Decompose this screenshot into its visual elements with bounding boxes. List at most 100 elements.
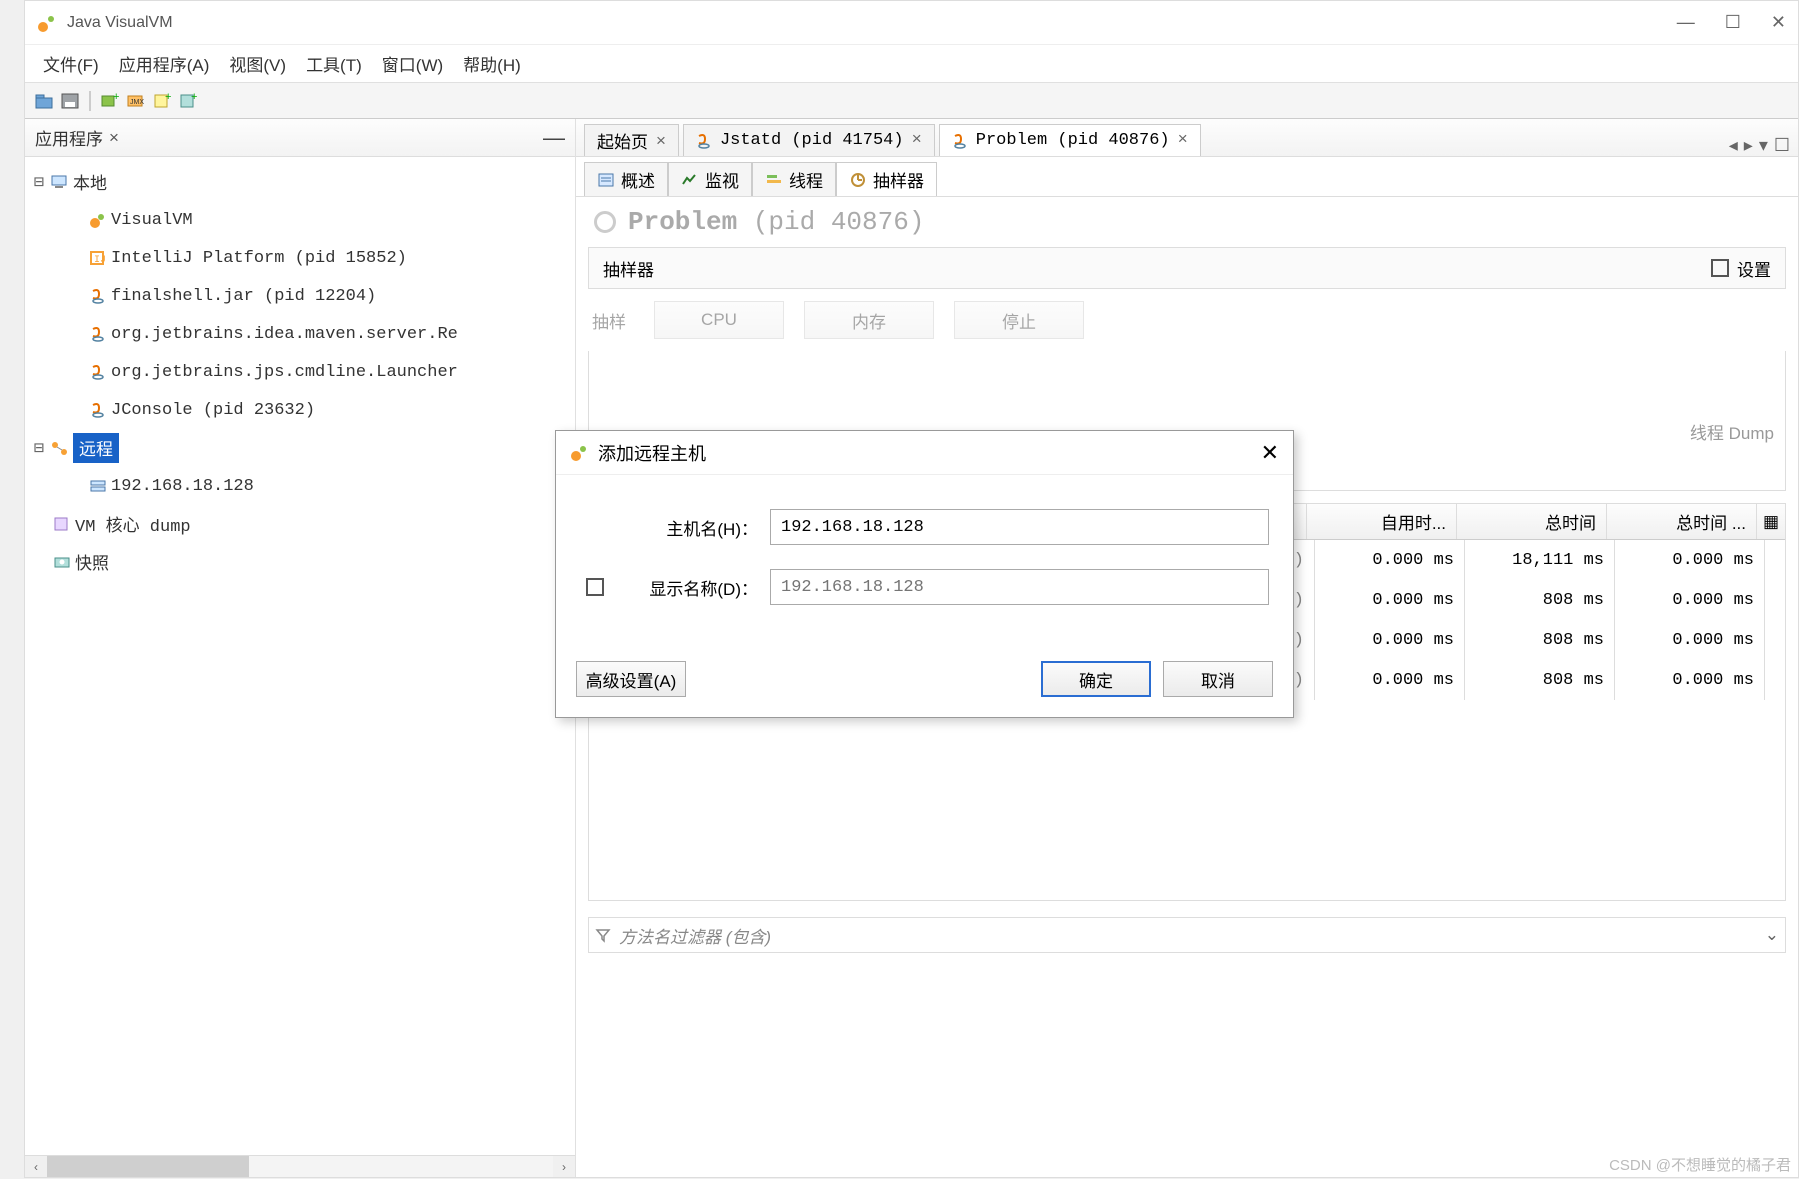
tab-label: Problem (pid 40876) bbox=[976, 131, 1170, 150]
display-input bbox=[770, 569, 1269, 605]
maximize-panel-icon[interactable]: ☐ bbox=[1774, 135, 1790, 156]
tab-close-icon[interactable]: × bbox=[656, 131, 666, 151]
maximize-button[interactable]: ☐ bbox=[1725, 12, 1741, 33]
ok-button[interactable]: 确定 bbox=[1041, 661, 1151, 697]
host-row: 主机名(H)： bbox=[580, 509, 1269, 545]
tab-close-icon[interactable]: × bbox=[1178, 131, 1188, 150]
cell-pad bbox=[1765, 660, 1785, 700]
page-title-bold: Problem bbox=[628, 207, 737, 237]
menu-app[interactable]: 应用程序(A) bbox=[109, 45, 220, 82]
tab-menu-icon[interactable]: ▾ bbox=[1759, 135, 1768, 156]
toolbar: + JMX + + bbox=[25, 83, 1798, 119]
tree-node-remote[interactable]: ⊟ 远程 bbox=[25, 429, 575, 467]
scroll-left-icon[interactable]: ‹ bbox=[25, 1156, 47, 1177]
tree-node-visualvm[interactable]: VisualVM bbox=[25, 201, 575, 239]
collapse-icon[interactable]: ⊟ bbox=[31, 172, 47, 193]
java-icon bbox=[952, 133, 968, 149]
sidebar: 应用程序 × — ⊟ 本地 VisualVM IJ IntelliJ Platf… bbox=[25, 119, 576, 1177]
th-totaltime[interactable]: 总时间 bbox=[1457, 504, 1607, 539]
subtab-monitor[interactable]: 监视 bbox=[668, 162, 752, 196]
tree-label: 192.168.18.128 bbox=[111, 477, 254, 496]
thread-dump-link[interactable]: 线程 Dump bbox=[1690, 419, 1774, 444]
menu-view[interactable]: 视图(V) bbox=[219, 45, 296, 82]
add-jmx-icon[interactable]: JMX bbox=[125, 90, 147, 112]
tree-node-finalshell[interactable]: finalshell.jar (pid 12204) bbox=[25, 277, 575, 315]
cell-total: 808 ms bbox=[1465, 660, 1615, 700]
subtab-threads[interactable]: 线程 bbox=[752, 162, 836, 196]
th-totaltime2[interactable]: 总时间 ... bbox=[1607, 504, 1757, 539]
titlebar: Java VisualVM — ☐ ✕ bbox=[25, 1, 1798, 45]
tree-node-local[interactable]: ⊟ 本地 bbox=[25, 163, 575, 201]
tree-label: org.jetbrains.jps.cmdline.Launcher bbox=[111, 363, 458, 382]
sidebar-minimize-icon[interactable]: — bbox=[543, 125, 565, 151]
next-tab-icon[interactable]: ▸ bbox=[1744, 135, 1753, 156]
computer-icon bbox=[47, 172, 73, 192]
menu-window[interactable]: 窗口(W) bbox=[372, 45, 453, 82]
scrollbar-thumb[interactable] bbox=[47, 1156, 249, 1177]
save-snapshot-icon[interactable] bbox=[59, 90, 81, 112]
sampler-icon bbox=[849, 172, 867, 188]
network-icon bbox=[47, 438, 73, 458]
menu-tools[interactable]: 工具(T) bbox=[296, 45, 372, 82]
tree-node-snapshot[interactable]: 快照 bbox=[25, 543, 575, 581]
server-icon bbox=[85, 476, 111, 496]
tree-label: VM 核心 dump bbox=[75, 511, 191, 537]
cancel-button[interactable]: 取消 bbox=[1163, 661, 1273, 697]
stop-button[interactable]: 停止 bbox=[954, 301, 1084, 339]
add-remote-host-icon[interactable]: + bbox=[99, 90, 121, 112]
java-icon bbox=[85, 324, 111, 344]
advanced-button[interactable]: 高级设置(A) bbox=[576, 661, 686, 697]
filter-bar[interactable]: 方法名过滤器 (包含) ⌄ bbox=[588, 917, 1786, 953]
dialog-titlebar[interactable]: 添加远程主机 ✕ bbox=[556, 431, 1293, 475]
tree-node-intellij[interactable]: IJ IntelliJ Platform (pid 15852) bbox=[25, 239, 575, 277]
subtab-overview[interactable]: 概述 bbox=[584, 162, 668, 196]
minimize-button[interactable]: — bbox=[1677, 12, 1695, 33]
cell-total: 808 ms bbox=[1465, 580, 1615, 620]
cpu-button[interactable]: CPU bbox=[654, 301, 784, 339]
add-coredump-icon[interactable]: + bbox=[151, 90, 173, 112]
open-snapshot-icon[interactable] bbox=[33, 90, 55, 112]
watermark: CSDN @不想睡觉的橘子君 bbox=[1609, 1154, 1791, 1175]
collapse-icon[interactable]: ⊟ bbox=[31, 438, 47, 459]
svg-text:+: + bbox=[165, 93, 171, 103]
threads-icon bbox=[765, 172, 783, 188]
cell-selftime: 0.000 ms bbox=[1315, 580, 1465, 620]
tab-problem[interactable]: Problem (pid 40876) × bbox=[939, 124, 1201, 156]
th-selftime[interactable]: 自用时... bbox=[1307, 504, 1457, 539]
display-checkbox[interactable] bbox=[586, 578, 604, 596]
app-tree[interactable]: ⊟ 本地 VisualVM IJ IntelliJ Platform (pid … bbox=[25, 157, 575, 1155]
svg-text:IJ: IJ bbox=[94, 255, 106, 266]
menu-help[interactable]: 帮助(H) bbox=[453, 45, 531, 82]
sidebar-tab-close-icon[interactable]: × bbox=[109, 128, 119, 148]
tab-jstatd[interactable]: Jstatd (pid 41754) × bbox=[683, 124, 935, 156]
scroll-right-icon[interactable]: › bbox=[553, 1156, 575, 1177]
close-button[interactable]: ✕ bbox=[1771, 12, 1786, 33]
tree-node-maven[interactable]: org.jetbrains.idea.maven.server.Re bbox=[25, 315, 575, 353]
tab-start[interactable]: 起始页 × bbox=[584, 124, 679, 156]
menubar: 文件(F) 应用程序(A) 视图(V) 工具(T) 窗口(W) 帮助(H) bbox=[25, 45, 1798, 83]
column-picker-icon[interactable]: ▦ bbox=[1757, 504, 1785, 539]
tree-label: 远程 bbox=[73, 433, 119, 463]
tree-label: 快照 bbox=[75, 549, 109, 575]
add-snapshot-icon[interactable]: + bbox=[177, 90, 199, 112]
settings-checkbox[interactable] bbox=[1711, 259, 1729, 277]
tree-label: 本地 bbox=[73, 169, 107, 195]
memory-button[interactable]: 内存 bbox=[804, 301, 934, 339]
dialog-close-icon[interactable]: ✕ bbox=[1261, 440, 1279, 466]
sidebar-hscroll[interactable]: ‹ › bbox=[25, 1155, 575, 1177]
filter-dropdown-icon[interactable]: ⌄ bbox=[1765, 925, 1779, 945]
tree-node-remote-host[interactable]: 192.168.18.128 bbox=[25, 467, 575, 505]
app-icon bbox=[37, 13, 57, 33]
host-input[interactable] bbox=[770, 509, 1269, 545]
tree-node-jconsole[interactable]: JConsole (pid 23632) bbox=[25, 391, 575, 429]
prev-tab-icon[interactable]: ◂ bbox=[1729, 135, 1738, 156]
tree-node-vmcore[interactable]: VM 核心 dump bbox=[25, 505, 575, 543]
table-empty-area bbox=[589, 700, 1785, 900]
tree-node-jps[interactable]: org.jetbrains.jps.cmdline.Launcher bbox=[25, 353, 575, 391]
menu-file[interactable]: 文件(F) bbox=[33, 45, 109, 82]
subtab-sampler[interactable]: 抽样器 bbox=[836, 162, 937, 196]
tab-close-icon[interactable]: × bbox=[912, 131, 922, 150]
scrollbar-track[interactable] bbox=[47, 1156, 553, 1177]
intellij-icon: IJ bbox=[85, 248, 111, 268]
cell-total2: 0.000 ms bbox=[1615, 580, 1765, 620]
